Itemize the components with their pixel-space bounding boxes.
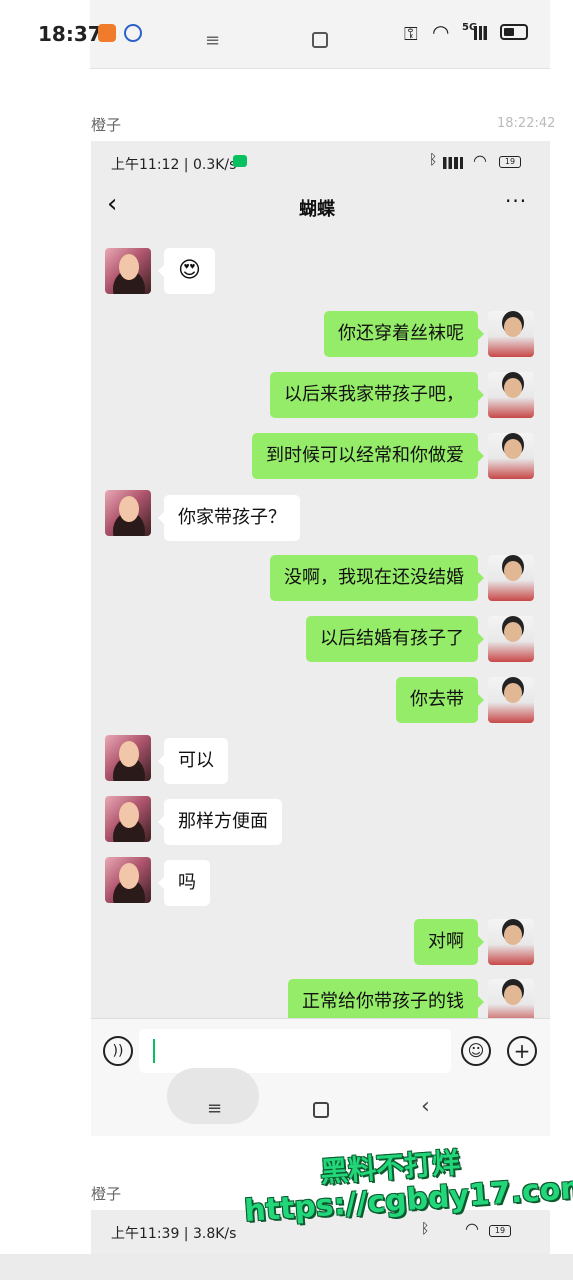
message-bubble-outgoing[interactable]: 没啊，我现在还没结婚 <box>270 555 484 601</box>
message-bubble-outgoing[interactable]: 以后来我家带孩子吧， <box>270 372 484 418</box>
post-author: 橙子 <box>91 116 122 134</box>
message-input-bar: )) ☺ + <box>91 1018 550 1083</box>
status-time: 18:37 <box>38 22 102 46</box>
message-bubble-outgoing[interactable]: 对啊 <box>414 919 484 965</box>
battery-icon: 19 <box>489 1225 511 1237</box>
inner-system-nav: ≡ ‹ <box>91 1068 550 1136</box>
contact-avatar[interactable] <box>105 796 151 842</box>
back-nav-icon[interactable]: ‹ <box>421 1094 430 1119</box>
inner-status-bar: 上午11:12 | 0.3K/s ᛒ ◠ 19 <box>91 141 550 183</box>
add-icon[interactable]: + <box>507 1036 537 1066</box>
signal-icon <box>443 157 463 169</box>
message-input[interactable] <box>139 1029 451 1073</box>
message-bubble-incoming[interactable]: 吗 <box>158 860 210 906</box>
menu-icon: ≡ <box>205 30 221 51</box>
my-avatar[interactable] <box>488 919 534 965</box>
wifi-icon: ◠ <box>465 1219 479 1238</box>
bluetooth-icon: ᛒ <box>429 152 438 168</box>
emoji-icon[interactable]: ☺ <box>461 1036 491 1066</box>
signal-icon <box>474 26 490 40</box>
outer-status-bar: ≡ 18:37 ⚿ ◠ 5G <box>0 0 573 70</box>
post-author: 橙子 <box>91 1185 122 1203</box>
app-notification-icon-2 <box>124 24 142 42</box>
key-icon: ⚿ <box>404 24 418 45</box>
my-avatar[interactable] <box>488 311 534 357</box>
message-bubble-outgoing[interactable]: 到时候可以经常和你做爱 <box>252 433 484 479</box>
post-timestamp: 18:22:42 <box>497 116 556 131</box>
chat-title: 蝴蝶 <box>299 199 335 220</box>
contact-avatar[interactable] <box>105 735 151 781</box>
message-bubble-incoming[interactable]: 😍 <box>158 248 215 294</box>
message-bubble-outgoing[interactable]: 以后结婚有孩子了 <box>306 616 484 662</box>
message-bubble-incoming[interactable]: 可以 <box>158 738 228 784</box>
app-notification-icon <box>98 24 116 42</box>
more-dots-icon[interactable]: ··· <box>505 189 527 213</box>
menu-icon[interactable]: ≡ <box>207 1098 222 1119</box>
contact-avatar[interactable] <box>105 248 151 294</box>
message-list[interactable]: 😍 你还穿着丝袜呢 以后来我家带孩子吧， 到时候可以经常和你做爱 你家带孩子？ … <box>91 233 550 1136</box>
contact-avatar[interactable] <box>105 857 151 903</box>
text-cursor <box>153 1039 155 1063</box>
battery-icon: 19 <box>499 156 521 168</box>
my-avatar[interactable] <box>488 433 534 479</box>
back-icon[interactable]: ‹ <box>107 189 117 219</box>
message-bubble-outgoing[interactable]: 你去带 <box>396 677 484 723</box>
contact-avatar[interactable] <box>105 490 151 536</box>
chat-screenshot: 上午11:12 | 0.3K/s ᛒ ◠ 19 ‹ 蝴蝶 ··· 😍 你还穿着丝… <box>91 141 550 1136</box>
wifi-icon: ◠ <box>432 20 450 44</box>
home-icon <box>312 32 328 48</box>
footer-bar <box>0 1254 573 1280</box>
message-bubble-incoming[interactable]: 那样方便面 <box>158 799 282 845</box>
wechat-badge-icon <box>233 155 247 167</box>
inner-status-time: 上午11:12 | 0.3K/s <box>111 157 237 173</box>
inner-status-time: 上午11:39 | 3.8K/s <box>111 1226 237 1242</box>
my-avatar[interactable] <box>488 677 534 723</box>
message-bubble-incoming[interactable]: 你家带孩子？ <box>158 495 300 541</box>
my-avatar[interactable] <box>488 372 534 418</box>
home-icon[interactable] <box>313 1102 329 1118</box>
bluetooth-icon: ᛒ <box>421 1221 430 1237</box>
chat-header: ‹ 蝴蝶 ··· <box>91 183 550 233</box>
voice-icon[interactable]: )) <box>103 1036 133 1066</box>
battery-icon <box>500 24 528 40</box>
wifi-icon: ◠ <box>473 151 487 170</box>
message-bubble-outgoing[interactable]: 你还穿着丝袜呢 <box>324 311 484 357</box>
my-avatar[interactable] <box>488 555 534 601</box>
my-avatar[interactable] <box>488 616 534 662</box>
